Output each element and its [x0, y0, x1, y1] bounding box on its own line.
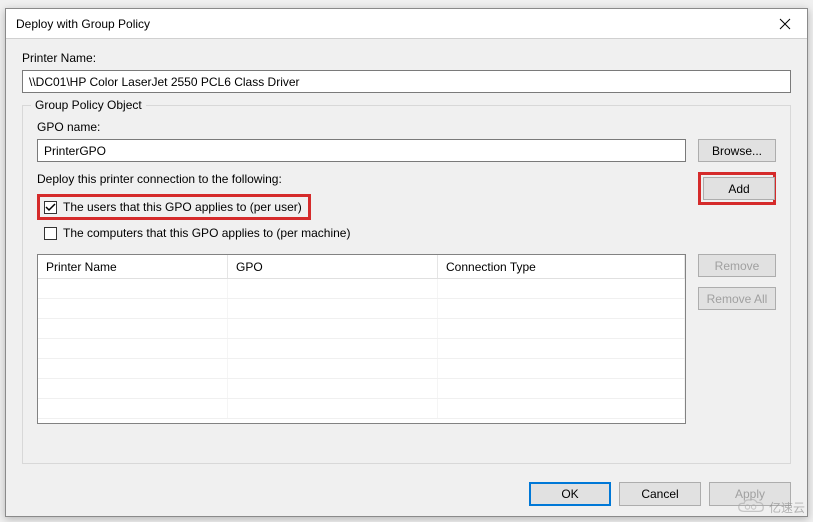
gpo-legend: Group Policy Object [31, 98, 146, 112]
watermark: 亿速云 [737, 498, 805, 516]
per-machine-checkbox[interactable] [44, 227, 57, 240]
remove-all-button[interactable]: Remove All [698, 287, 776, 310]
gpo-fieldset: Group Policy Object GPO name: Browse... … [22, 105, 791, 464]
dialog-buttons: OK Cancel Apply [6, 472, 807, 516]
per-user-label: The users that this GPO applies to (per … [63, 200, 302, 214]
check-icon [45, 202, 56, 213]
deploy-to-label: Deploy this printer connection to the fo… [37, 172, 686, 186]
gpo-name-label: GPO name: [37, 120, 776, 134]
table-row[interactable] [38, 359, 685, 379]
titlebar: Deploy with Group Policy [6, 9, 807, 39]
printer-name-section: Printer Name: [22, 51, 791, 93]
per-user-highlight: The users that this GPO applies to (per … [37, 194, 311, 220]
table-row[interactable] [38, 339, 685, 359]
th-gpo[interactable]: GPO [228, 255, 438, 278]
per-machine-label: The computers that this GPO applies to (… [63, 226, 350, 240]
dialog-window: Deploy with Group Policy Printer Name: G… [5, 8, 808, 517]
close-button[interactable] [762, 9, 807, 39]
add-highlight: Add [698, 172, 776, 205]
dialog-content: Printer Name: Group Policy Object GPO na… [6, 39, 807, 472]
cloud-icon [737, 498, 765, 516]
printer-path-field[interactable] [22, 70, 791, 93]
table-row[interactable] [38, 279, 685, 299]
printers-table[interactable]: Printer Name GPO Connection Type [37, 254, 686, 424]
cancel-button[interactable]: Cancel [619, 482, 701, 506]
ok-button[interactable]: OK [529, 482, 611, 506]
gpo-name-field[interactable] [37, 139, 686, 162]
th-printer-name[interactable]: Printer Name [38, 255, 228, 278]
table-section: Printer Name GPO Connection Type [37, 242, 776, 424]
per-user-checkbox[interactable] [44, 201, 57, 214]
th-connection-type[interactable]: Connection Type [438, 255, 685, 278]
table-header: Printer Name GPO Connection Type [38, 255, 685, 279]
close-icon [779, 18, 791, 30]
table-row[interactable] [38, 399, 685, 419]
gpo-name-row: Browse... [37, 139, 776, 162]
watermark-text: 亿速云 [769, 499, 805, 516]
printer-name-label: Printer Name: [22, 51, 791, 65]
table-row[interactable] [38, 379, 685, 399]
add-button[interactable]: Add [703, 177, 775, 200]
browse-button[interactable]: Browse... [698, 139, 776, 162]
table-row[interactable] [38, 299, 685, 319]
table-body [38, 279, 685, 419]
deploy-section: Deploy this printer connection to the fo… [37, 172, 776, 242]
table-row[interactable] [38, 319, 685, 339]
remove-button[interactable]: Remove [698, 254, 776, 277]
window-title: Deploy with Group Policy [16, 17, 150, 31]
